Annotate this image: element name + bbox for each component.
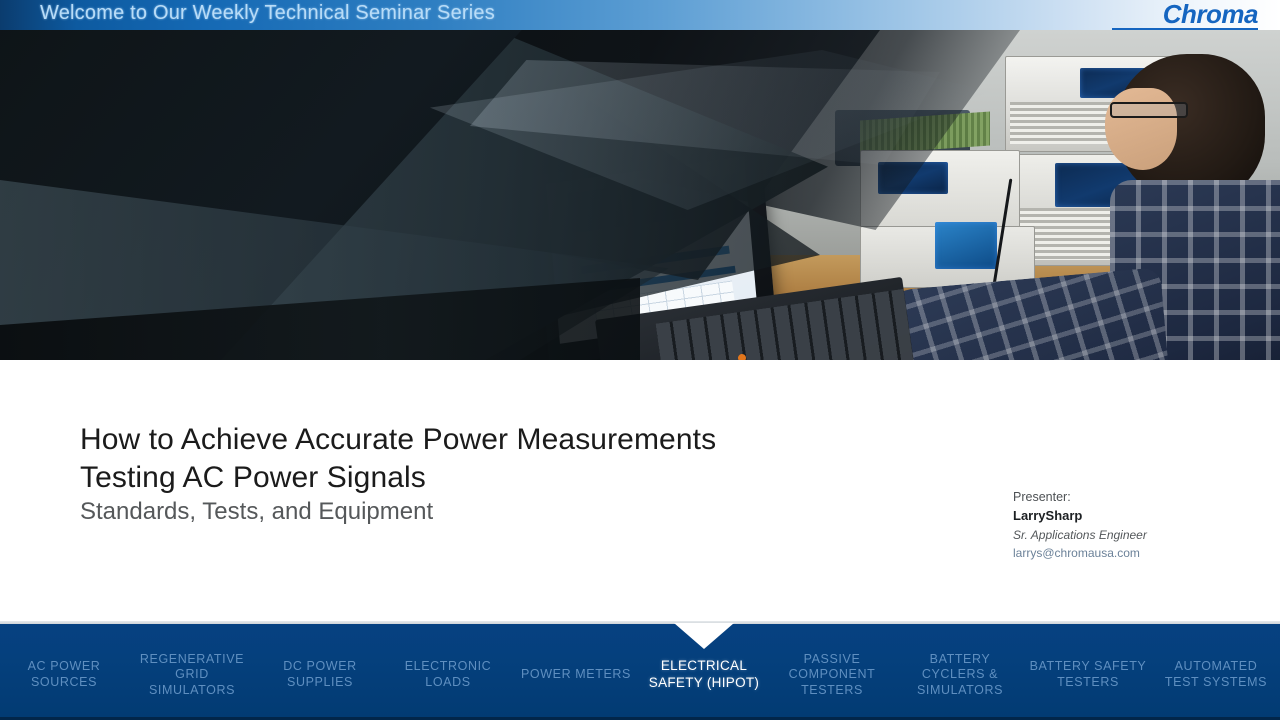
person-face (1105, 88, 1177, 170)
presenter-email[interactable]: larrys@chromausa.com (1013, 545, 1147, 562)
hero-photo (0, 30, 1280, 360)
nav-item-1[interactable]: REGENERATIVE GRID SIMULATORS (128, 646, 256, 699)
presenter-role: Sr. Applications Engineer (1013, 527, 1147, 542)
nav-item-8[interactable]: BATTERY SAFETY TESTERS (1024, 653, 1152, 690)
product-navbar: AC POWER SOURCES REGENERATIVE GRID SIMULA… (0, 623, 1280, 720)
page-subtitle: Standards, Tests, and Equipment (80, 498, 434, 525)
top-banner: Welcome to Our Weekly Technical Seminar … (0, 0, 1280, 30)
page-title-line-2: Testing AC Power Signals (80, 461, 426, 494)
presenter-name: LarrySharp (1013, 508, 1083, 524)
nav-item-5[interactable]: ELECTRICAL SAFETY (HIPOT) (640, 652, 768, 692)
hero-image (0, 30, 1280, 360)
nav-item-7[interactable]: BATTERY CYCLERS & SIMULATORS (896, 646, 1024, 699)
presenter-label: Presenter: (1013, 490, 1071, 504)
page-title-line-1: How to Achieve Accurate Power Measuremen… (80, 423, 717, 456)
webinar-title-slide: Welcome to Our Weekly Technical Seminar … (0, 0, 1280, 720)
product-nav-list: AC POWER SOURCES REGENERATIVE GRID SIMULA… (0, 624, 1280, 720)
nav-item-3[interactable]: ELECTRONIC LOADS (384, 653, 512, 690)
nav-item-0[interactable]: AC POWER SOURCES (0, 653, 128, 690)
welcome-banner-text: Welcome to Our Weekly Technical Seminar … (40, 2, 495, 24)
instrument-display-4 (935, 222, 997, 269)
nav-item-9[interactable]: AUTOMATED TEST SYSTEMS (1152, 653, 1280, 690)
glasses-icon (1110, 102, 1188, 118)
nav-item-2[interactable]: DC POWER SUPPLIES (256, 653, 384, 690)
chroma-logo: Chroma (1162, 0, 1259, 29)
presenter-block: Presenter: LarrySharp Sr. Applications E… (1013, 488, 1147, 563)
nav-item-6[interactable]: PASSIVE COMPONENT TESTERS (768, 646, 896, 699)
nav-item-4[interactable]: POWER METERS (512, 661, 640, 683)
slide-content: How to Achieve Accurate Power Measuremen… (0, 360, 1280, 624)
